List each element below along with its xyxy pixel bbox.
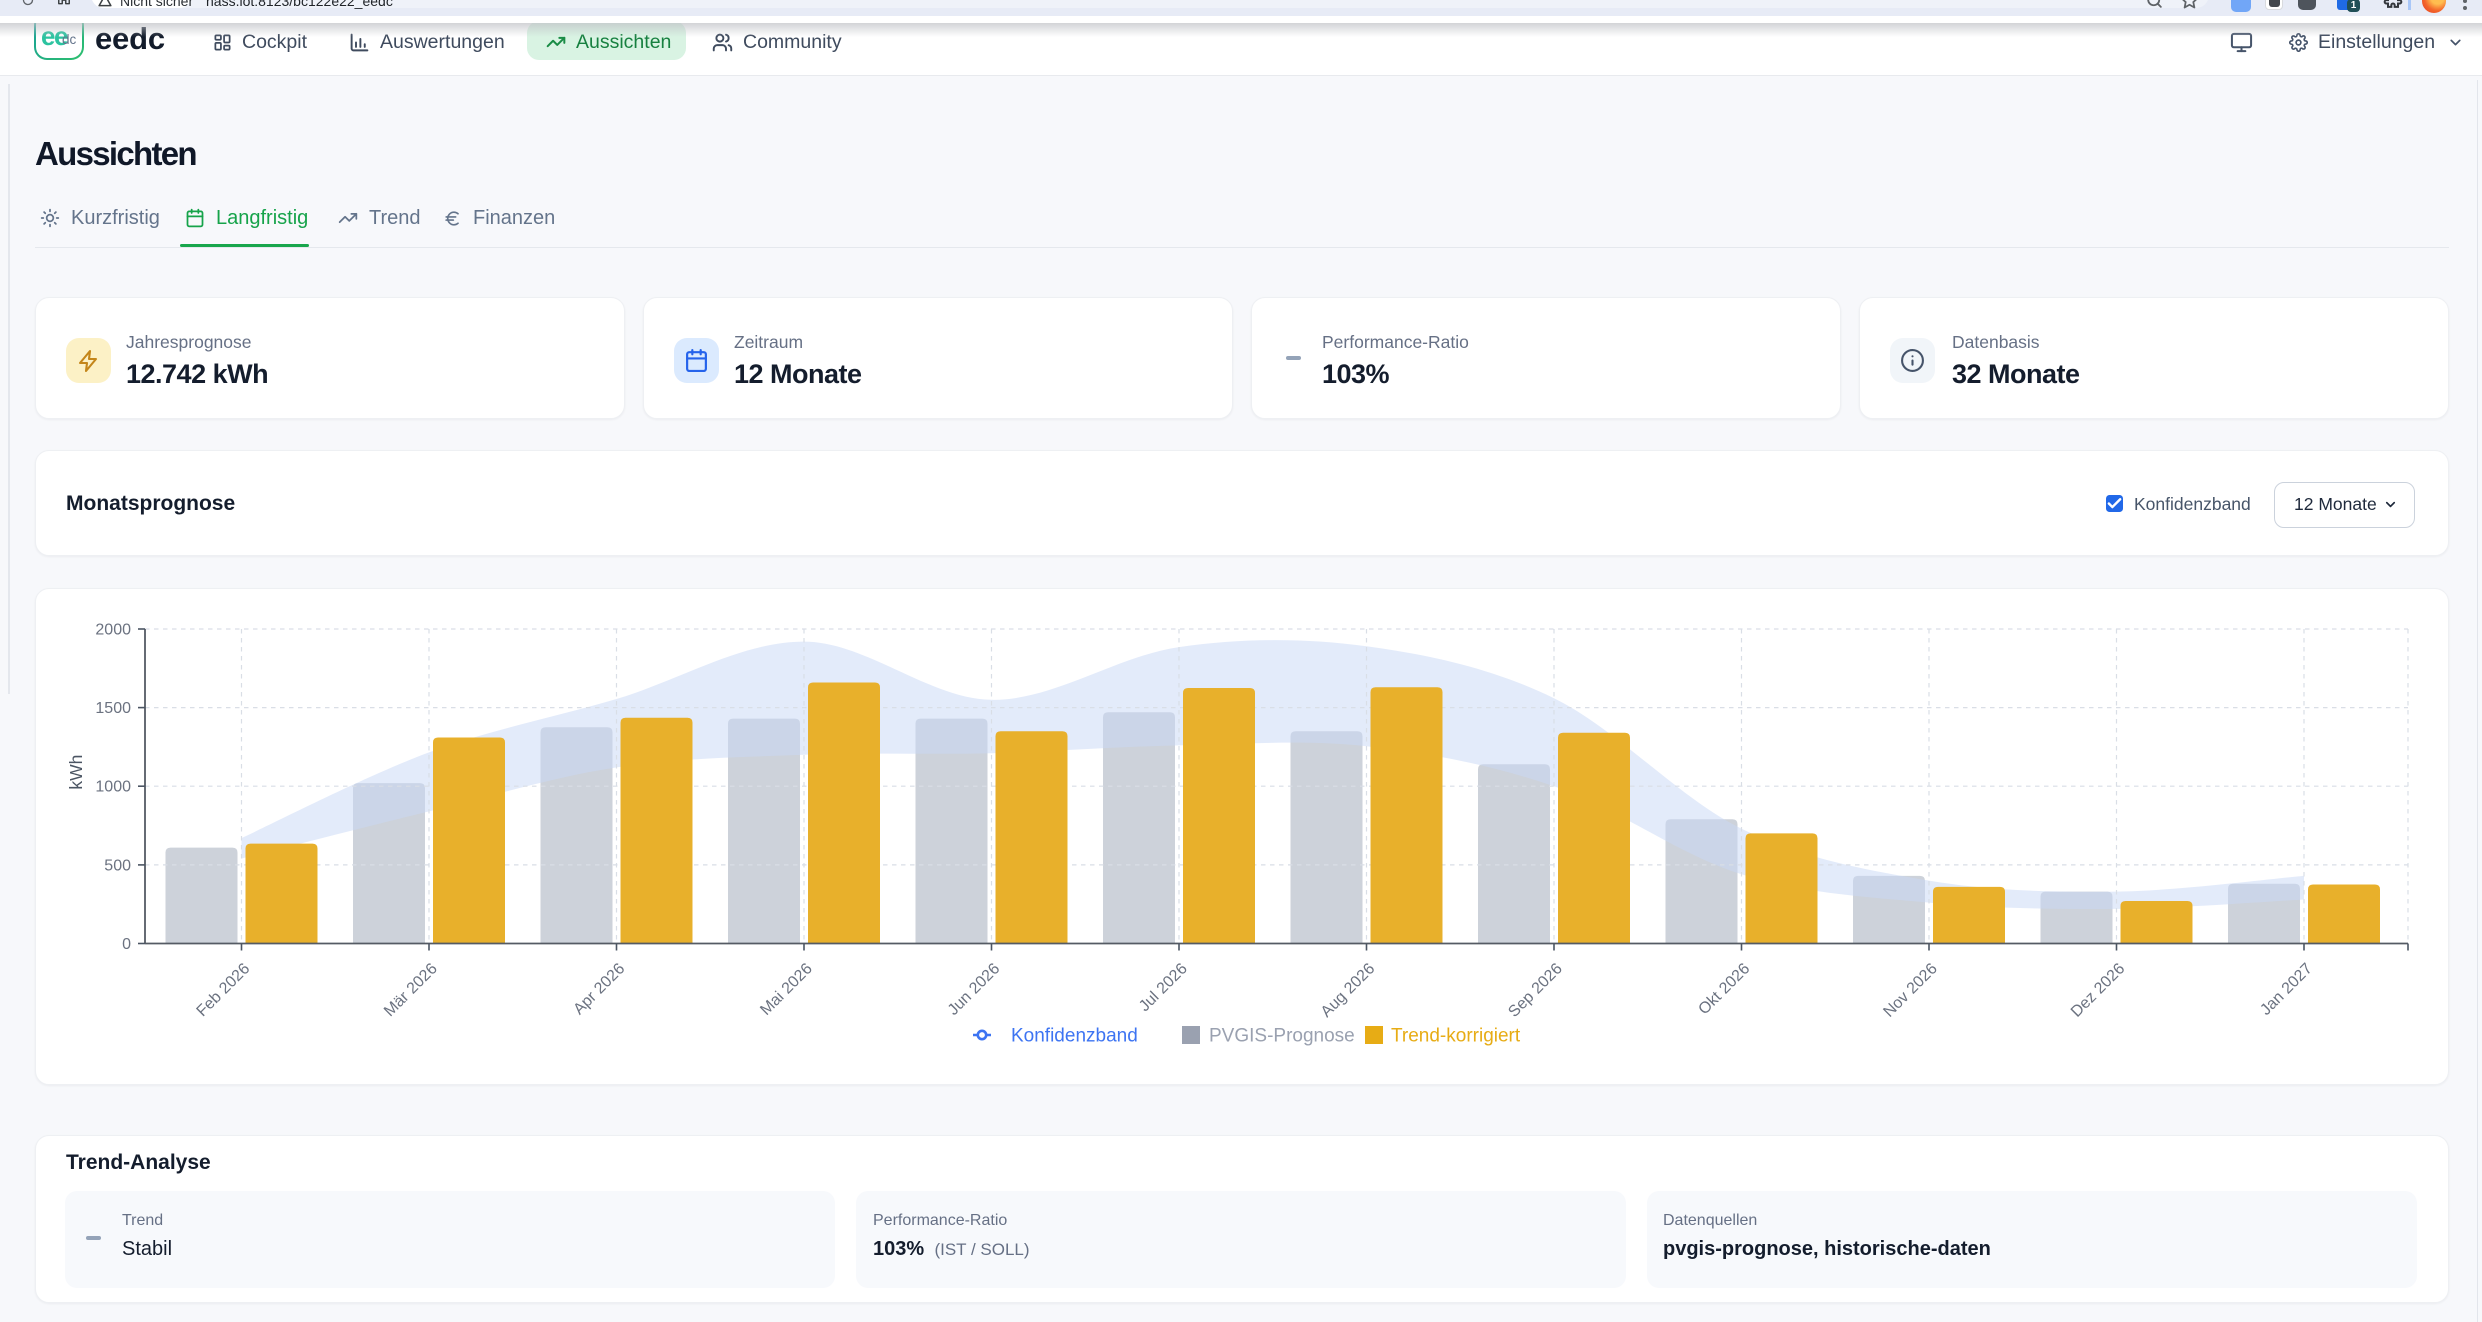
svg-text:Okt 2026: Okt 2026 xyxy=(1695,960,1753,1018)
svg-text:Jul 2026: Jul 2026 xyxy=(1136,960,1191,1015)
svg-text:Dez 2026: Dez 2026 xyxy=(2068,960,2129,1021)
svg-text:Mai 2026: Mai 2026 xyxy=(757,960,816,1019)
svg-text:2000: 2000 xyxy=(95,622,131,639)
svg-text:Feb 2026: Feb 2026 xyxy=(194,960,254,1020)
svg-text:Jun 2026: Jun 2026 xyxy=(945,960,1004,1019)
svg-text:Trend-korrigiert: Trend-korrigiert xyxy=(1391,1026,1521,1047)
svg-text:Sep 2026: Sep 2026 xyxy=(1505,960,1566,1021)
svg-text:Mär 2026: Mär 2026 xyxy=(381,960,441,1020)
svg-text:Konfidenzband: Konfidenzband xyxy=(1011,1026,1138,1047)
svg-text:0: 0 xyxy=(122,936,131,953)
svg-text:1500: 1500 xyxy=(95,700,131,717)
svg-text:Jan 2027: Jan 2027 xyxy=(2257,960,2316,1019)
svg-text:Aug 2026: Aug 2026 xyxy=(1318,960,1379,1021)
svg-text:500: 500 xyxy=(104,857,131,874)
svg-text:Nov 2026: Nov 2026 xyxy=(1880,960,1941,1021)
svg-text:kWh: kWh xyxy=(66,755,86,790)
svg-text:Apr 2026: Apr 2026 xyxy=(570,960,628,1018)
svg-text:PVGIS-Prognose: PVGIS-Prognose xyxy=(1209,1026,1355,1047)
svg-text:1000: 1000 xyxy=(95,779,131,796)
